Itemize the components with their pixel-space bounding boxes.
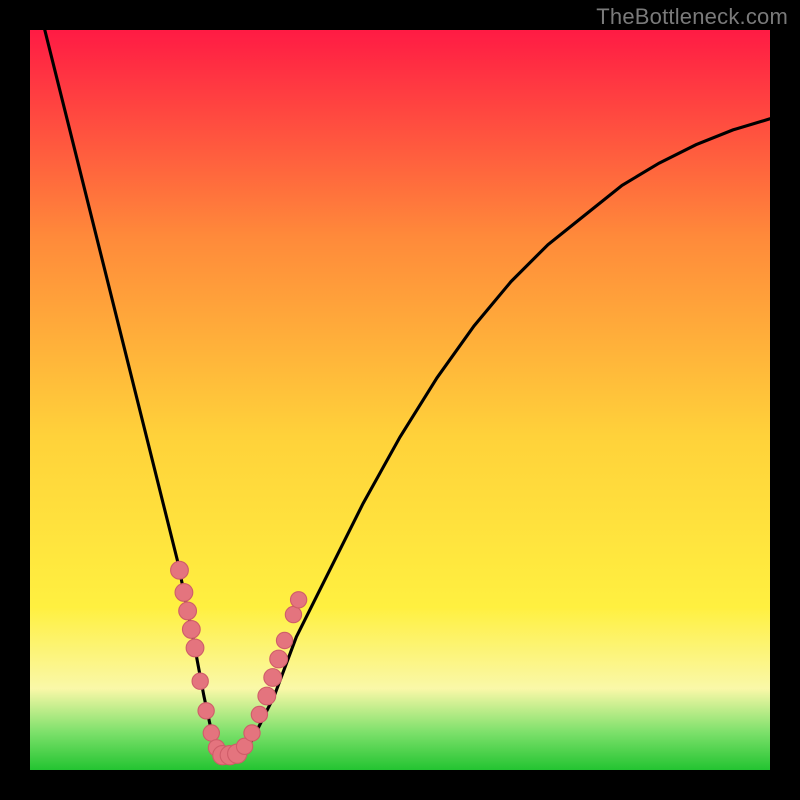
data-marker <box>192 673 208 689</box>
data-marker <box>244 725 260 741</box>
plot-area <box>30 30 770 770</box>
data-marker <box>251 706 267 722</box>
data-marker <box>264 669 282 687</box>
chart-svg <box>30 30 770 770</box>
data-marker <box>179 602 197 620</box>
chart-frame: TheBottleneck.com <box>0 0 800 800</box>
watermark-text: TheBottleneck.com <box>596 4 788 30</box>
data-marker <box>186 639 204 657</box>
data-marker <box>258 687 276 705</box>
data-marker <box>270 650 288 668</box>
data-marker <box>276 632 292 648</box>
data-markers <box>171 561 307 764</box>
bottleneck-curve <box>45 30 770 755</box>
data-marker <box>290 592 306 608</box>
data-marker <box>171 561 189 579</box>
data-marker <box>203 725 219 741</box>
data-marker <box>182 621 200 639</box>
data-marker <box>175 584 193 602</box>
data-marker <box>198 703 214 719</box>
data-marker <box>285 606 301 622</box>
